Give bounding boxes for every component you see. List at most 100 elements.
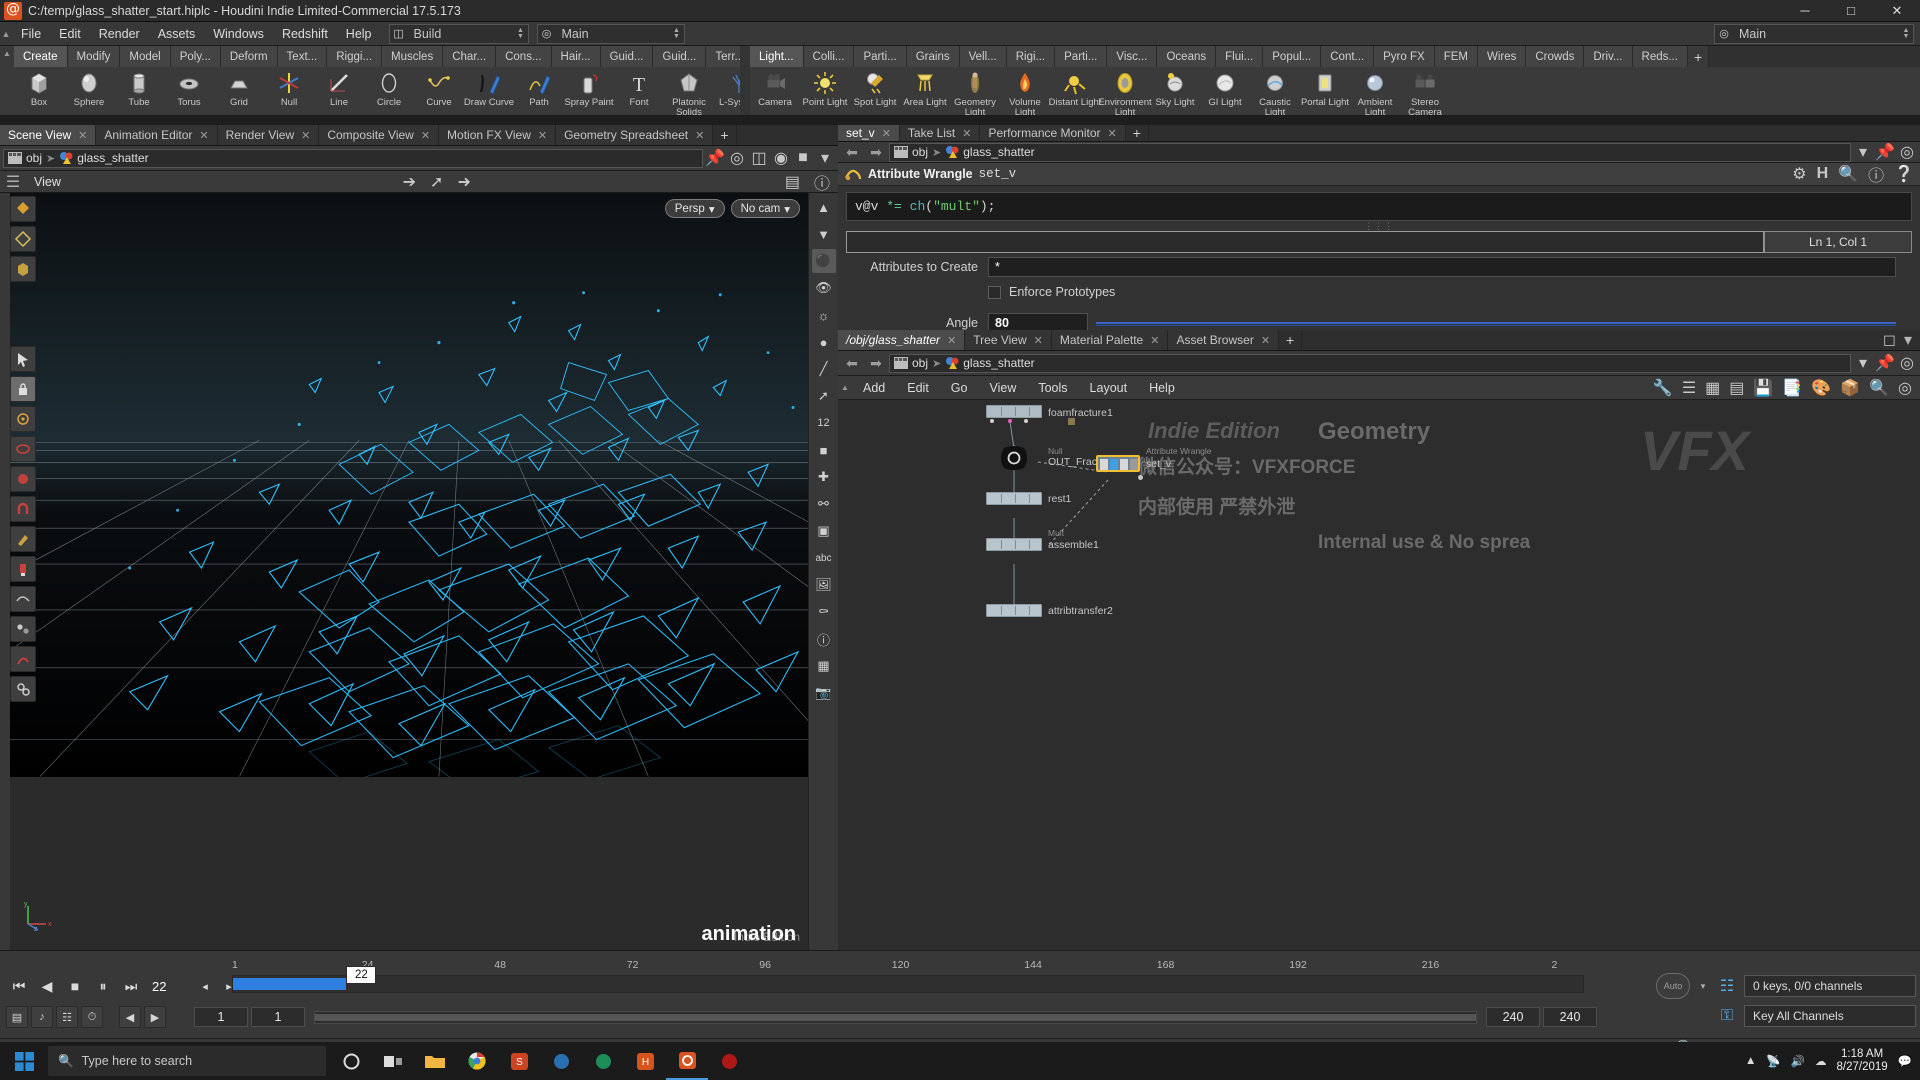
shelf-tool-line[interactable]: Line (314, 69, 364, 108)
key-all-channels-button[interactable]: Key All Channels (1744, 1005, 1916, 1027)
shelf-tool-geometry-light[interactable]: Geometry Light (950, 69, 1000, 115)
shelf-tab-character[interactable]: Char... (443, 46, 497, 67)
chevron-down-icon[interactable]: ▾ (815, 148, 835, 168)
normals-icon[interactable]: ➚ (812, 384, 836, 408)
tab-geometry-spreadsheet[interactable]: Geometry Spreadsheet ✕ (556, 125, 714, 145)
close-button[interactable]: ✕ (1874, 0, 1920, 22)
shelf-tab-crowds[interactable]: Crowds (1526, 46, 1585, 67)
menu-file[interactable]: File (12, 22, 50, 46)
chevron-down-icon[interactable]: ▾ (1696, 981, 1710, 992)
shelf-tab-deform[interactable]: Deform (220, 46, 278, 67)
shelf-tab-terrain[interactable]: Terr... (706, 46, 740, 67)
lighting-icon[interactable]: ☼ (812, 303, 836, 327)
close-icon[interactable]: ✕ (78, 129, 87, 142)
node-out-fracture-geo[interactable]: Null OUT_Fracture_Geo (996, 444, 1141, 477)
viewport-canvas-wrap[interactable]: Persp ▾ No cam ▾ y x z Indie Edition (10, 193, 808, 950)
keyframe-mode-icon[interactable]: ▤ (6, 1006, 28, 1028)
shelf-tab-particlefluids[interactable]: Parti... (1055, 46, 1108, 67)
grid-view-icon[interactable]: ▦ (1705, 378, 1720, 398)
houdini-engine-icon[interactable] (540, 1042, 582, 1080)
realtime-icon[interactable]: ⏱ (81, 1006, 103, 1028)
shelf-tool-distant-light[interactable]: Distant Light (1049, 69, 1101, 108)
substance-icon[interactable]: S (498, 1042, 540, 1080)
shelf-tool-point-light[interactable]: Point Light (800, 69, 850, 108)
menu-help[interactable]: Help (337, 22, 381, 46)
chevron-down-icon[interactable]: ▾ (1853, 142, 1873, 162)
network-menu-view[interactable]: View (978, 376, 1027, 400)
forward-arrow-icon[interactable]: ➡ (865, 142, 887, 162)
close-icon[interactable]: ✕ (947, 334, 956, 347)
tools-wrench-icon[interactable]: 🔧 (1653, 378, 1673, 398)
deform-tool-icon[interactable] (10, 586, 36, 612)
shelf-tool-stereo-camera[interactable]: Stereo Camera (1400, 69, 1450, 115)
onedrive-icon[interactable]: ☁ (1815, 1054, 1827, 1068)
shelf-tab-guide1[interactable]: Guid... (600, 46, 654, 67)
houdini-h-icon[interactable]: H (1817, 165, 1829, 183)
shelf-tab-constraints[interactable]: Cons... (496, 46, 552, 67)
pin-icon[interactable]: 📌 (1875, 353, 1895, 373)
shelf-tool-volume-light[interactable]: Volume Light (1000, 69, 1050, 115)
shelf-tab-drive[interactable]: Driv... (1584, 46, 1633, 67)
shelf-tool-platonic-solids[interactable]: Platonic Solids (664, 69, 714, 115)
stop-button[interactable]: ■ (62, 974, 88, 998)
camera-dropdown[interactable]: No cam ▾ (730, 199, 800, 218)
pane-menu-icon[interactable]: ▾ (1904, 330, 1912, 350)
chevron-updown-icon-3[interactable]: ▲ ▼ (1899, 27, 1913, 40)
node-body[interactable] (986, 405, 1042, 418)
close-icon[interactable]: ✕ (421, 129, 430, 142)
gear-icon[interactable]: ⚙ (1792, 164, 1806, 184)
tab-set-v[interactable]: set_v ✕ (838, 125, 900, 141)
light-display-icon[interactable]: ⚰ (812, 600, 836, 624)
shelf-tool-sky-light[interactable]: Sky Light (1150, 69, 1200, 108)
edge-display-icon[interactable]: ╱ (812, 357, 836, 381)
menu-render[interactable]: Render (90, 22, 149, 46)
breadcrumb-obj[interactable]: obj (894, 145, 928, 159)
background-image-icon[interactable]: 🖼 (812, 573, 836, 597)
network-menu-edit[interactable]: Edit (896, 376, 940, 400)
shelf-tool-ambient-light[interactable]: Ambient Light (1350, 69, 1400, 115)
network-menu-help[interactable]: Help (1138, 376, 1186, 400)
viewport-layout-icon[interactable]: ▤ (785, 172, 800, 192)
tab-render-view[interactable]: Render View ✕ (217, 125, 320, 145)
range-slider[interactable] (314, 1010, 1477, 1024)
grid-display-icon[interactable]: ▦ (812, 654, 836, 678)
shelf-tool-sphere[interactable]: Sphere (64, 69, 114, 108)
tab-composite-view[interactable]: Composite View ✕ (319, 125, 440, 145)
add-tab-button[interactable]: + (1279, 330, 1303, 350)
shelf-tab-model[interactable]: Model (120, 46, 171, 67)
shelf-tab-modify[interactable]: Modify (67, 46, 121, 67)
menu-assets[interactable]: Assets (149, 22, 205, 46)
node-rest1[interactable]: rest1 (986, 492, 1071, 505)
pane-maximize-icon[interactable]: ◻ (1883, 330, 1896, 350)
bones-icon[interactable]: ⚯ (812, 492, 836, 516)
back-arrow-icon[interactable]: ⬅ (841, 142, 863, 162)
vex-code-editor[interactable]: v@v *= ch("mult"); (846, 192, 1912, 221)
close-icon[interactable]: ✕ (1108, 127, 1117, 140)
shelf-right-add-tab[interactable]: + (1687, 46, 1710, 67)
multi-snap-icon[interactable]: ➜ (457, 172, 470, 192)
node-assemble1[interactable]: Mult assemble1 (986, 528, 1099, 551)
global-start-field[interactable]: 1 (194, 1007, 248, 1027)
shelf-tab-rigging[interactable]: Riggi... (327, 46, 383, 67)
search-icon[interactable]: 🔍 (1869, 378, 1889, 398)
shelf-tool-environment-light[interactable]: Environment Light (1098, 69, 1152, 115)
shelf-tab-viscous[interactable]: Visc... (1107, 46, 1158, 67)
node-body-selected[interactable] (1096, 455, 1140, 472)
shelf-tool-spray-paint[interactable]: Spray Paint (564, 69, 614, 108)
tab-motion-fx-view[interactable]: Motion FX View ✕ (439, 125, 557, 145)
tab-performance-monitor[interactable]: Performance Monitor ✕ (980, 125, 1126, 141)
network-menu-go[interactable]: Go (940, 376, 979, 400)
node-body[interactable] (986, 604, 1042, 617)
shelf-tab-create[interactable]: Create (14, 46, 68, 67)
close-icon[interactable]: ✕ (1261, 334, 1270, 347)
shelf-tool-lsystem[interactable]: L-System (714, 69, 740, 108)
timeline-scrubber[interactable]: 22 (232, 966, 1584, 993)
shelf-tool-box[interactable]: Box (14, 69, 64, 108)
shelf-tab-populate[interactable]: Popul... (1263, 46, 1322, 67)
shelf-tool-portal-light[interactable]: Portal Light (1300, 69, 1350, 108)
pin-icon[interactable]: 📌 (1875, 142, 1895, 162)
info-overlay-icon[interactable]: ⓘ (812, 627, 836, 651)
target-icon[interactable]: ◎ (1897, 142, 1917, 162)
shading-mode-icon[interactable]: ⚫ (811, 249, 836, 273)
viewport-help-icon[interactable]: ⓘ (814, 170, 830, 194)
